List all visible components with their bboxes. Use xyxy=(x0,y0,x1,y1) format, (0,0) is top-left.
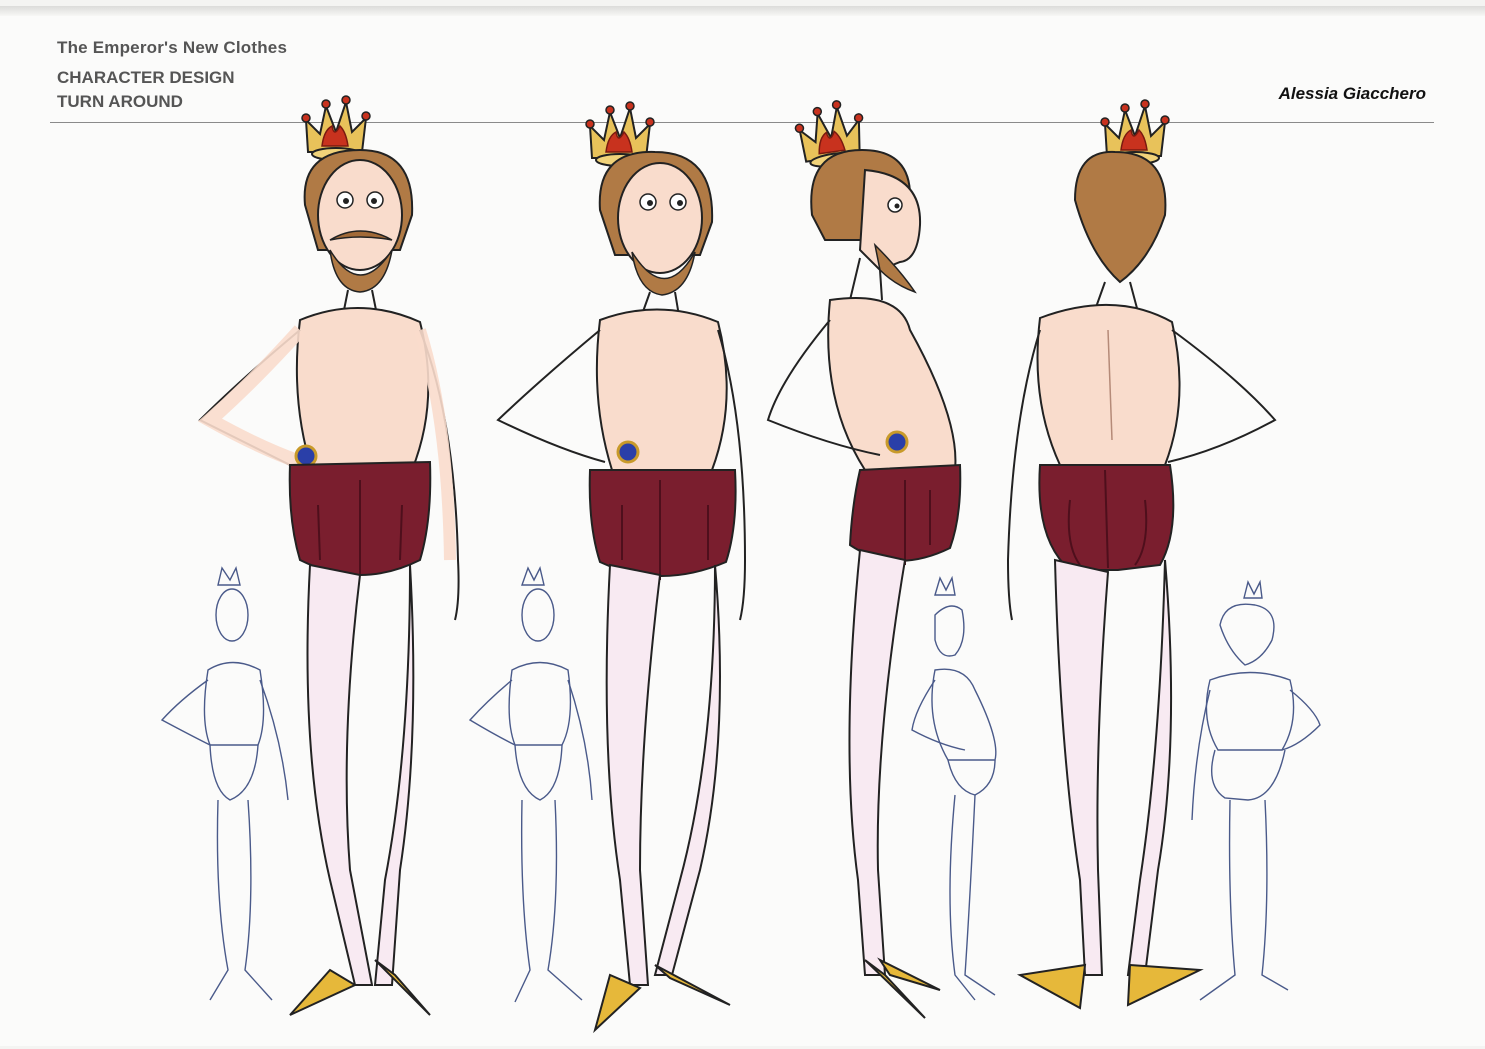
sketch-front-figure xyxy=(160,565,289,1001)
side-view-figure xyxy=(766,96,962,1019)
turnaround-artwork xyxy=(160,95,1321,1034)
side-ring-icon xyxy=(885,430,909,454)
three-quarter-ring-icon xyxy=(616,440,640,464)
sketch-side-figure xyxy=(911,575,997,1001)
sketch-three-quarter-figure xyxy=(468,565,593,1003)
three-quarter-view-figure xyxy=(496,101,747,1034)
three-quarter-shorts xyxy=(588,469,737,577)
sketch-back-figure xyxy=(1191,579,1321,1001)
front-ring-icon xyxy=(294,444,318,468)
back-view-figure xyxy=(1006,99,1277,1010)
front-view-figure xyxy=(197,95,460,1016)
